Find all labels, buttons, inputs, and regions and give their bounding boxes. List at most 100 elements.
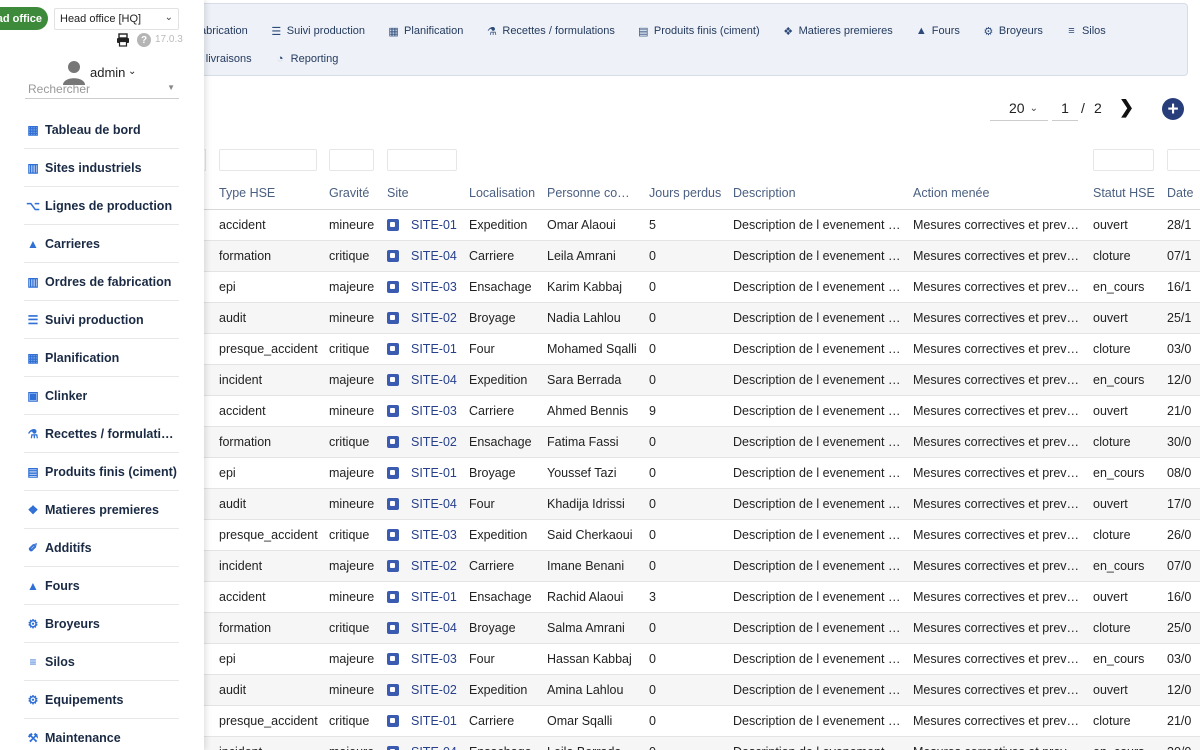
table-cell: critique (329, 342, 370, 356)
table-row[interactable]: formation critique SITE-02 Ensachage Fatima … (204, 427, 1200, 458)
site-link[interactable]: SITE-02 (411, 559, 465, 573)
filter-site-input[interactable] (387, 149, 457, 171)
office-badge[interactable]: ad office (0, 7, 48, 30)
sidebar-item[interactable]: ▲ Carrieres (24, 225, 179, 263)
table-row[interactable]: incident majeure SITE-04 Expedition Sara Ber… (204, 365, 1200, 396)
sidebar-item[interactable]: ▣ Clinker (24, 377, 179, 415)
column-header[interactable]: Gravité (329, 186, 384, 200)
top-menu-item[interactable]: ❖ Matieres premieres (783, 25, 893, 38)
top-menu-item[interactable]: ☰ Suivi production (271, 25, 365, 38)
site-link[interactable]: SITE-02 (411, 683, 465, 697)
table-row[interactable]: presque_accident critique SITE-03 Expeditio… (204, 520, 1200, 551)
column-header[interactable]: Description (733, 186, 909, 200)
filter-input[interactable] (204, 149, 206, 171)
next-page-button[interactable]: ❯ (1119, 97, 1134, 118)
sidebar-item[interactable]: ≡ Silos (24, 643, 179, 681)
column-header[interactable]: Personne co… (547, 186, 644, 200)
table-row[interactable]: formation critique SITE-04 Broyage Salma Amr… (204, 613, 1200, 644)
sidebar-item[interactable]: ✐ Additifs (24, 529, 179, 567)
search-input[interactable]: Rechercher ▼ (25, 79, 179, 99)
top-menu-item[interactable]: fabrication (197, 25, 248, 37)
site-link[interactable]: SITE-01 (411, 342, 465, 356)
sidebar-item[interactable]: ▥ Sites industriels (24, 149, 179, 187)
help-icon[interactable]: ? (137, 33, 151, 47)
column-header[interactable]: Type HSE (219, 186, 324, 200)
site-link[interactable]: SITE-03 (411, 528, 465, 542)
site-link[interactable]: SITE-01 (411, 466, 465, 480)
sidebar-item[interactable]: ⌥ Lignes de production (24, 187, 179, 225)
sidebar-item[interactable]: ▥ Ordres de fabrication (24, 263, 179, 301)
add-button[interactable]: + (1162, 98, 1184, 120)
top-menu-item[interactable]: ▲ Fours (916, 25, 960, 37)
table-cell: Leila Amrani (547, 249, 616, 263)
cogs-icon: ⚙ (983, 25, 994, 38)
site-link[interactable]: SITE-03 (411, 404, 465, 418)
table-row[interactable]: audit mineure SITE-02 Expedition Amina Lahlo… (204, 675, 1200, 706)
table-cell: ouvert (1093, 497, 1128, 511)
site-link[interactable]: SITE-02 (411, 435, 465, 449)
column-header[interactable]: Jours perdus (649, 186, 729, 200)
user-name[interactable]: admin (90, 65, 125, 80)
column-header[interactable]: Site (387, 186, 465, 200)
site-link[interactable]: SITE-01 (411, 714, 465, 728)
table-cell: Ensachage (469, 745, 544, 750)
table-row[interactable]: formation critique SITE-04 Carriere Leila Am… (204, 241, 1200, 272)
table-row[interactable]: presque_accident critique SITE-01 Carriere O… (204, 706, 1200, 737)
page-number-input[interactable]: 1 (1052, 96, 1078, 121)
table-cell: Mesures correctives et prev… (913, 466, 1080, 480)
sidebar-item[interactable]: ▦ Planification (24, 339, 179, 377)
print-icon[interactable] (116, 33, 130, 47)
sidebar-item[interactable]: ❖ Matieres premieres (24, 491, 179, 529)
table-row[interactable]: audit mineure SITE-02 Broyage Nadia Lahlou 0 D… (204, 303, 1200, 334)
column-header[interactable]: Date (1167, 186, 1200, 200)
column-header[interactable]: Localisation (469, 186, 544, 200)
site-link[interactable]: SITE-04 (411, 745, 465, 750)
table-cell: 25/1 (1167, 311, 1192, 325)
sidebar-item[interactable]: ⚙ Broyeurs (24, 605, 179, 643)
site-link[interactable]: SITE-04 (411, 497, 465, 511)
filter-gravite-input[interactable] (329, 149, 374, 171)
sidebar-item[interactable]: ▤ Produits finis (ciment) (24, 453, 179, 491)
site-link[interactable]: SITE-04 (411, 249, 465, 263)
top-menu-item[interactable]: ⚙ Broyeurs (983, 25, 1042, 38)
office-select[interactable]: Head office [HQ] ⌄ (54, 8, 179, 30)
column-header[interactable]: Statut HSE (1093, 186, 1163, 200)
site-link[interactable]: SITE-02 (411, 311, 465, 325)
table-row[interactable]: epi majeure SITE-01 Broyage Youssef Tazi 0 Des… (204, 458, 1200, 489)
filter-date-input[interactable] (1167, 149, 1200, 171)
sidebar-item[interactable]: ⚒ Maintenance (24, 719, 179, 750)
table-row[interactable]: presque_accident critique SITE-01 Four Moham… (204, 334, 1200, 365)
top-menu-item[interactable]: ▦ Planification (388, 25, 463, 38)
sidebar-item[interactable]: ▦ Tableau de bord (24, 111, 179, 149)
table-row[interactable]: incident majeure SITE-04 EnsachageLeila Ber… (204, 737, 1200, 750)
table-row[interactable]: epi majeure SITE-03 Four Hassan Kabbaj 0 Descr… (204, 644, 1200, 675)
site-link[interactable]: SITE-01 (411, 590, 465, 604)
table-cell: 21/0 (1167, 714, 1192, 728)
top-menu-item[interactable]: ▤ Produits finis (ciment) (638, 25, 759, 38)
site-link[interactable]: SITE-03 (411, 652, 465, 666)
top-menu-label: Recettes / formulations (502, 25, 615, 37)
top-menu-item[interactable]: ◔ Reporting (275, 53, 339, 65)
table-row[interactable]: epi majeure SITE-03 Ensachage Karim Kabbaj 0 D… (204, 272, 1200, 303)
site-link[interactable]: SITE-04 (411, 373, 465, 387)
chevron-down-icon[interactable]: ⌄ (128, 66, 136, 77)
site-link[interactable]: SITE-03 (411, 280, 465, 294)
column-header[interactable]: Action menée (913, 186, 1089, 200)
sidebar-item[interactable]: ☰ Suivi production (24, 301, 179, 339)
site-link[interactable]: SITE-04 (411, 621, 465, 635)
filter-statut-input[interactable] (1093, 149, 1154, 171)
site-link[interactable]: SITE-01 (411, 218, 465, 232)
table-cell: 5 (649, 218, 656, 232)
per-page-select[interactable]: 20 ⌄ (990, 96, 1048, 121)
top-menu-item[interactable]: ⚗ Recettes / formulations (486, 25, 615, 38)
sidebar-item[interactable]: ⚗ Recettes / formulatio… (24, 415, 179, 453)
table-row[interactable]: accident mineure SITE-03 Carriere Ahmed Benn… (204, 396, 1200, 427)
table-row[interactable]: accident mineure SITE-01 Ensachage Rachid Al… (204, 582, 1200, 613)
sidebar-item[interactable]: ▲ Fours (24, 567, 179, 605)
top-menu-item[interactable]: ≡ Silos (1066, 25, 1106, 37)
table-row[interactable]: incident majeure SITE-02 Carriere Imane Bena… (204, 551, 1200, 582)
sidebar-item[interactable]: ⚙ Equipements (24, 681, 179, 719)
table-row[interactable]: accident mineure SITE-01 Expedition Omar Ala… (204, 210, 1200, 241)
table-row[interactable]: audit mineure SITE-04 Four Khadija Idrissi 0 D… (204, 489, 1200, 520)
filter-type-input[interactable] (219, 149, 317, 171)
